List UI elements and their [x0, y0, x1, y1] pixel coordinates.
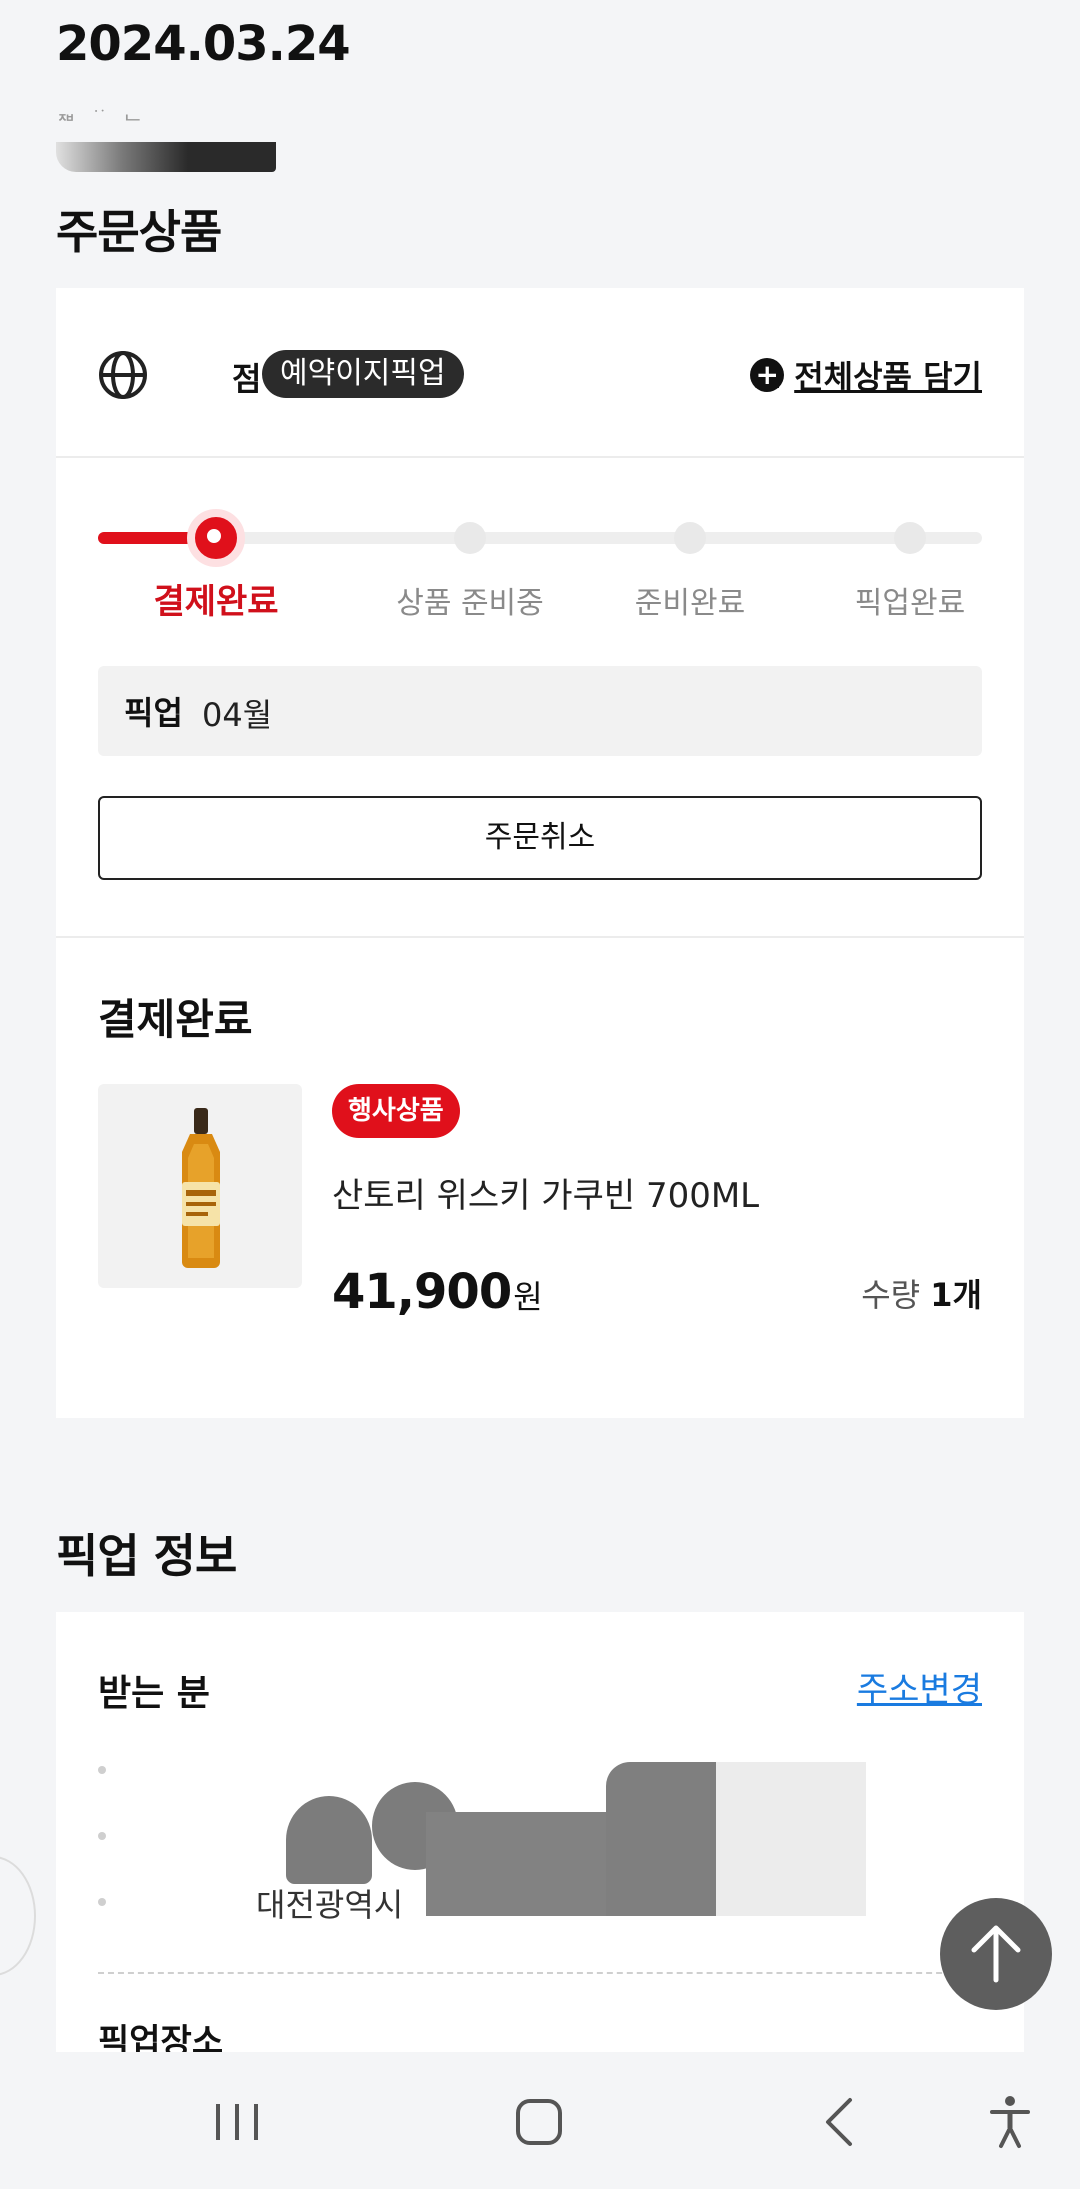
- order-date: 2024.03.24: [56, 16, 351, 72]
- product-quantity: 수량 1개: [861, 1270, 982, 1316]
- step-dot-paid-active: [187, 509, 245, 567]
- edge-handle[interactable]: [0, 1856, 36, 1976]
- price-unit: 원: [513, 1278, 542, 1316]
- store-name: 점: [232, 360, 262, 398]
- accessibility-icon: [990, 2096, 1030, 2148]
- payment-status-title: 결제완료: [98, 995, 253, 1044]
- price-value: 41,900: [332, 1264, 512, 1320]
- pickup-value: 04월: [202, 696, 273, 734]
- divider: [56, 456, 1024, 458]
- add-all-products-button[interactable]: + 전체상품 담기: [750, 352, 982, 398]
- home-icon: [516, 2099, 562, 2145]
- home-button[interactable]: [504, 2092, 574, 2152]
- dashed-divider: [98, 1972, 982, 1974]
- whisky-bottle-image: [182, 1108, 220, 1268]
- back-icon: [826, 2098, 852, 2146]
- redacted-text: ᆽᆸ ᆢ ᆫ: [56, 100, 146, 125]
- event-product-badge: 행사상품: [332, 1084, 460, 1138]
- qty-label: 수량: [861, 1276, 921, 1314]
- pickup-info-title: 픽업 정보: [56, 1529, 237, 1583]
- step-label-picked-up: 픽업완료: [854, 586, 966, 621]
- product-image[interactable]: [98, 1084, 302, 1288]
- pickup-info-card: 받는 분 주소변경 대전광역시 픽업장소: [56, 1612, 1024, 2072]
- plus-circle-icon: +: [750, 358, 785, 392]
- step-dot-ready: [674, 522, 706, 554]
- step-dot-preparing: [454, 522, 486, 554]
- cancel-order-button[interactable]: 주문취소: [98, 796, 982, 880]
- recipient-city: 대전광역시: [256, 1886, 404, 1924]
- step-label-preparing: 상품 준비중: [396, 586, 544, 621]
- pickup-time-box: 픽업 04월: [98, 666, 982, 756]
- bullet: [98, 1766, 106, 1774]
- redaction-bar: [56, 142, 276, 172]
- recent-apps-button[interactable]: [202, 2092, 272, 2152]
- pickup-type-badge: 예약이지픽업: [262, 350, 464, 398]
- back-button[interactable]: [806, 2092, 876, 2152]
- step-label-paid: 결제완료: [153, 582, 279, 622]
- product-name[interactable]: 산토리 위스키 가쿠빈 700ML: [332, 1168, 759, 1217]
- change-address-link[interactable]: 주소변경: [857, 1662, 982, 1711]
- add-all-label: 전체상품 담기: [794, 358, 982, 396]
- order-items-title: 주문상품: [56, 205, 222, 259]
- order-card: 점 예약이지픽업 + 전체상품 담기 결제완료 상품 준비중 준비완료 픽업완료…: [56, 288, 1024, 1418]
- divider: [56, 936, 1024, 938]
- product-price: 41,900원: [332, 1264, 543, 1320]
- qty-value: 1개: [930, 1276, 982, 1314]
- recipient-label: 받는 분: [98, 1673, 210, 1714]
- step-label-ready: 준비완료: [634, 586, 746, 621]
- system-navigation-bar: [0, 2052, 1080, 2189]
- recent-apps-icon: [216, 2104, 258, 2140]
- pickup-label: 픽업: [124, 694, 183, 732]
- store-logo-icon: [99, 351, 147, 399]
- accessibility-button[interactable]: [975, 2092, 1045, 2152]
- step-dot-picked-up: [894, 522, 926, 554]
- bullet: [98, 1832, 106, 1840]
- bullet: [98, 1898, 106, 1906]
- scroll-to-top-button[interactable]: [940, 1898, 1052, 2010]
- arrow-up-icon: [971, 1925, 1021, 1983]
